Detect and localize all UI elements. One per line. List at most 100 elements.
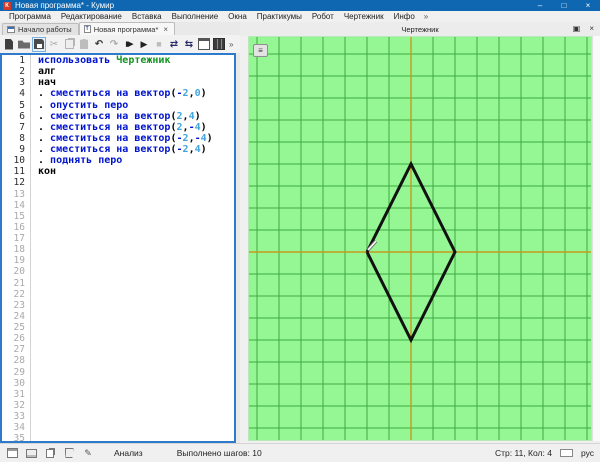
- drawer-window: Чертежник ▣ × ≡: [240, 22, 600, 443]
- code-line[interactable]: [38, 344, 234, 355]
- status-pen-icon[interactable]: [82, 448, 94, 459]
- copy-button[interactable]: [62, 37, 76, 52]
- menu-вставка[interactable]: Вставка: [127, 11, 167, 22]
- code-line[interactable]: нач: [38, 77, 234, 88]
- line-number: 23: [13, 299, 25, 311]
- code-line[interactable]: [38, 289, 234, 300]
- run-button[interactable]: [137, 37, 151, 52]
- drawer-canvas[interactable]: ≡: [248, 36, 592, 441]
- line-number: 6: [19, 110, 25, 122]
- step-over-button[interactable]: [167, 37, 181, 52]
- drawer-field: [249, 37, 591, 440]
- status-printer-icon[interactable]: [25, 448, 37, 459]
- code-line[interactable]: [38, 322, 234, 333]
- code-line[interactable]: [38, 300, 234, 311]
- line-number: 10: [13, 155, 25, 167]
- code-line[interactable]: [38, 278, 234, 289]
- code-line[interactable]: [38, 244, 234, 255]
- undo-button[interactable]: [92, 37, 106, 52]
- code-line[interactable]: [38, 355, 234, 366]
- paste-button[interactable]: [77, 37, 91, 52]
- cut-button[interactable]: [47, 37, 61, 52]
- code-line[interactable]: [38, 233, 234, 244]
- start-page-icon: [7, 26, 15, 33]
- run-to-cursor-button[interactable]: [122, 37, 136, 52]
- code-line[interactable]: [38, 189, 234, 200]
- save-file-button[interactable]: [32, 36, 46, 52]
- new-file-button[interactable]: [2, 37, 16, 52]
- tab-close-icon[interactable]: ×: [163, 25, 168, 34]
- tab-new-program[interactable]: Т Новая программа* ×: [78, 22, 176, 35]
- drawer-float-icon[interactable]: ▣: [573, 22, 581, 36]
- status-trash-icon[interactable]: [63, 448, 75, 459]
- line-number: 31: [13, 388, 25, 400]
- code-line[interactable]: [38, 367, 234, 378]
- code-line[interactable]: . сместиться на вектор(-2,4): [38, 144, 234, 155]
- code-line[interactable]: [38, 211, 234, 222]
- status-copy-icon[interactable]: [44, 448, 56, 459]
- code-line[interactable]: [38, 266, 234, 277]
- code-line[interactable]: . сместиться на вектор(-2,0): [38, 88, 234, 99]
- code-line[interactable]: [38, 433, 234, 441]
- line-number: 30: [13, 377, 25, 389]
- document-tabs: Начало работы Т Новая программа* ×: [0, 22, 240, 35]
- line-number: 21: [13, 277, 25, 289]
- line-number: 20: [13, 266, 25, 278]
- menu-окна[interactable]: Окна: [223, 11, 252, 22]
- line-number: 16: [13, 221, 25, 233]
- code-line[interactable]: . сместиться на вектор(2,4): [38, 111, 234, 122]
- menu-практикумы[interactable]: Практикумы: [252, 11, 307, 22]
- code-line[interactable]: [38, 333, 234, 344]
- canvas-menu-icon[interactable]: ≡: [253, 44, 268, 57]
- minimize-button[interactable]: –: [528, 0, 552, 11]
- code-line[interactable]: [38, 311, 234, 322]
- drawer-scrollbar[interactable]: [592, 36, 600, 441]
- menu-программа[interactable]: Программа: [4, 11, 56, 22]
- code-line[interactable]: . сместиться на вектор(2,-4): [38, 122, 234, 133]
- open-file-button[interactable]: [17, 37, 31, 52]
- stop-button[interactable]: [152, 37, 166, 52]
- code-line[interactable]: [38, 200, 234, 211]
- line-number: 32: [13, 399, 25, 411]
- menu-выполнение[interactable]: Выполнение: [167, 11, 224, 22]
- menu-overflow-chevron[interactable]: »: [420, 12, 432, 21]
- tab-start-page[interactable]: Начало работы: [2, 23, 79, 35]
- menu-редактирование[interactable]: Редактирование: [56, 11, 127, 22]
- drawer-title-bar[interactable]: Чертежник ▣ ×: [240, 22, 600, 36]
- steps-counter: Выполнено шагов: 10: [176, 448, 262, 458]
- line-number: 4: [19, 88, 25, 100]
- code-line[interactable]: [38, 378, 234, 389]
- redo-button[interactable]: [107, 37, 121, 52]
- code-line[interactable]: [38, 389, 234, 400]
- step-into-button[interactable]: [182, 37, 196, 52]
- line-number: 27: [13, 344, 25, 356]
- show-field-button[interactable]: [212, 37, 226, 52]
- code-line[interactable]: алг: [38, 66, 234, 77]
- menu-инфо[interactable]: Инфо: [389, 11, 420, 22]
- drawer-close-icon[interactable]: ×: [589, 22, 594, 36]
- maximize-button[interactable]: □: [552, 0, 576, 11]
- drawer-title: Чертежник: [401, 24, 439, 34]
- code-line[interactable]: . опустить перо: [38, 100, 234, 111]
- line-number: 14: [13, 199, 25, 211]
- code-line[interactable]: [38, 255, 234, 266]
- code-line[interactable]: [38, 177, 234, 188]
- code-line[interactable]: [38, 422, 234, 433]
- show-console-button[interactable]: [197, 37, 211, 52]
- line-number: 2: [19, 66, 25, 78]
- code-line[interactable]: использовать Чертежник: [38, 55, 234, 66]
- code-editor[interactable]: 1 2 3 4 5 6 7 8 9 10 11 12 13 14 15 16 17 18 19 20 21 22 23 24 2…: [0, 53, 236, 443]
- code-area[interactable]: использовать Чертежник алг нач. сместиться…: [31, 55, 234, 441]
- menu-робот[interactable]: Робот: [307, 11, 339, 22]
- code-line[interactable]: . поднять перо: [38, 155, 234, 166]
- status-window-icon[interactable]: [6, 448, 18, 459]
- toolbar-overflow-chevron[interactable]: »: [229, 40, 233, 49]
- code-line[interactable]: [38, 222, 234, 233]
- code-line[interactable]: [38, 400, 234, 411]
- code-line[interactable]: [38, 411, 234, 422]
- line-number: 35: [13, 433, 25, 443]
- close-button[interactable]: ×: [576, 0, 600, 11]
- menu-чертежник[interactable]: Чертежник: [339, 11, 389, 22]
- code-line[interactable]: . сместиться на вектор(-2,-4): [38, 133, 234, 144]
- code-line[interactable]: кон: [38, 166, 234, 177]
